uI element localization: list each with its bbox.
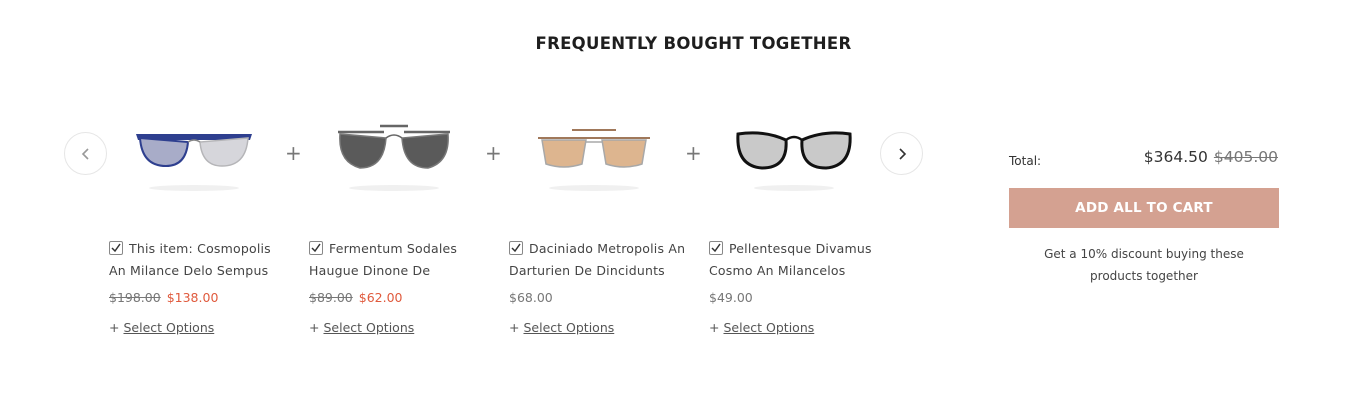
- select-options-link[interactable]: Select Options: [123, 320, 214, 335]
- plus-icon: +: [709, 320, 720, 335]
- product-item-2: Fermentum Sodales Haugue Dinone De $89.0…: [309, 238, 489, 336]
- product-price: $49.00: [709, 290, 753, 305]
- product-image-3[interactable]: [524, 112, 664, 196]
- plus-separator: +: [685, 141, 702, 165]
- product-image-4[interactable]: [724, 112, 864, 196]
- product-name[interactable]: This item: Cosmopolis An Milance Delo Se…: [109, 241, 271, 278]
- check-icon: [111, 243, 121, 253]
- select-options-link[interactable]: Select Options: [523, 320, 614, 335]
- black-oversized-sunglasses-image: [736, 131, 852, 191]
- section-title: FREQUENTLY BOUGHT TOGETHER: [535, 34, 852, 53]
- product-prices: $68.00: [509, 290, 689, 306]
- product-checkbox[interactable]: [309, 241, 323, 255]
- total-price: $364.50 $405.00: [1100, 148, 1278, 166]
- carousel-prev-button[interactable]: [64, 132, 107, 175]
- check-icon: [311, 243, 321, 253]
- product-checkbox[interactable]: [709, 241, 723, 255]
- check-icon: [511, 243, 521, 253]
- product-checkbox[interactable]: [109, 241, 123, 255]
- product-old-price: $198.00: [109, 290, 161, 305]
- plus-icon: +: [109, 320, 120, 335]
- product-prices: $49.00: [709, 290, 889, 306]
- blue-silver-sunglasses-image: [136, 134, 252, 191]
- select-options: + Select Options: [709, 320, 889, 336]
- discount-note: Get a 10% discount buying these products…: [1009, 243, 1279, 287]
- discount-line-2: products together: [1090, 269, 1198, 283]
- total-old-price: $405.00: [1213, 148, 1278, 166]
- product-item-4: Pellentesque Divamus Cosmo An Milancelos…: [709, 238, 889, 336]
- gold-tan-aviator-sunglasses-image: [538, 129, 650, 191]
- product-image-1[interactable]: [124, 112, 264, 196]
- select-options: + Select Options: [509, 320, 689, 336]
- product-prices: $89.00 $62.00: [309, 290, 489, 306]
- select-options-link[interactable]: Select Options: [723, 320, 814, 335]
- product-checkbox[interactable]: [509, 241, 523, 255]
- carousel-next-button[interactable]: [880, 132, 923, 175]
- select-options-link[interactable]: Select Options: [323, 320, 414, 335]
- select-options: + Select Options: [309, 320, 489, 336]
- add-all-to-cart-button[interactable]: ADD ALL TO CART: [1009, 188, 1279, 228]
- total-label: Total:: [1009, 154, 1042, 168]
- select-options: + Select Options: [109, 320, 289, 336]
- check-icon: [711, 243, 721, 253]
- product-name[interactable]: Pellentesque Divamus Cosmo An Milancelos: [709, 241, 872, 278]
- product-item-3: Daciniado Metropolis An Darturien De Din…: [509, 238, 689, 336]
- plus-icon: +: [309, 320, 320, 335]
- total-current-price: $364.50: [1143, 148, 1208, 166]
- plus-icon: +: [509, 320, 520, 335]
- product-sale-price: $138.00: [166, 290, 219, 305]
- plus-separator: +: [485, 141, 502, 165]
- product-item-1: This item: Cosmopolis An Milance Delo Se…: [109, 238, 289, 336]
- chevron-right-icon: [898, 147, 906, 160]
- aviator-dark-sunglasses-image: [338, 124, 450, 191]
- product-name[interactable]: Daciniado Metropolis An Darturien De Din…: [509, 241, 685, 278]
- product-name[interactable]: Fermentum Sodales Haugue Dinone De: [309, 241, 457, 278]
- product-price: $68.00: [509, 290, 553, 305]
- product-old-price: $89.00: [309, 290, 353, 305]
- product-prices: $198.00 $138.00: [109, 290, 289, 306]
- plus-separator: +: [285, 141, 302, 165]
- product-image-2[interactable]: [324, 112, 464, 196]
- chevron-left-icon: [81, 147, 89, 160]
- product-sale-price: $62.00: [358, 290, 403, 305]
- discount-line-1: Get a 10% discount buying these: [1044, 247, 1244, 261]
